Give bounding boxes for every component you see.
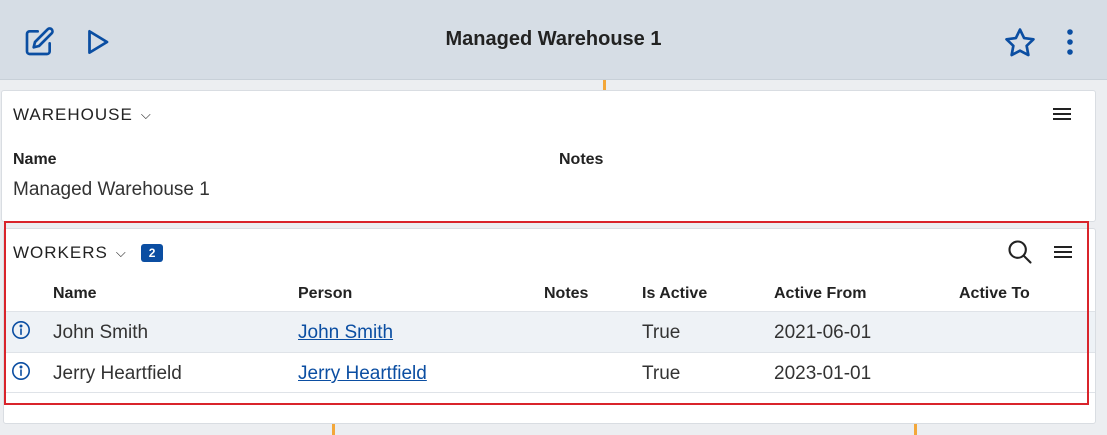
favorite-button[interactable] bbox=[1002, 25, 1038, 61]
active-from-value: 2023-01-01 bbox=[774, 363, 872, 384]
section-title: WORKERS bbox=[13, 243, 108, 262]
workers-table: Name Person Notes Is Active Active From … bbox=[4, 277, 1095, 393]
person-link[interactable]: Jerry Heartfield bbox=[298, 363, 427, 385]
section-title: WAREHOUSE bbox=[13, 105, 133, 124]
column-header-is-active[interactable]: Is Active bbox=[642, 285, 707, 303]
page-header: Managed Warehouse 1 bbox=[0, 0, 1107, 80]
notes-label: Notes bbox=[559, 151, 604, 168]
star-icon bbox=[1005, 28, 1035, 57]
column-header-active-to[interactable]: Active To bbox=[959, 285, 1030, 303]
info-button[interactable] bbox=[11, 320, 31, 340]
search-button[interactable] bbox=[1006, 238, 1034, 266]
column-header-person[interactable]: Person bbox=[298, 285, 352, 303]
menu-icon[interactable] bbox=[1051, 243, 1075, 265]
chevron-down-icon: ⌵ bbox=[115, 245, 127, 260]
name-value: Managed Warehouse 1 bbox=[13, 179, 210, 200]
info-button[interactable] bbox=[11, 361, 31, 381]
column-header-notes[interactable]: Notes bbox=[544, 285, 588, 303]
column-header-active-from[interactable]: Active From bbox=[774, 285, 866, 303]
table-row[interactable]: John Smith John Smith True 2021-06-01 bbox=[4, 311, 1095, 352]
table-row[interactable]: Jerry Heartfield Jerry Heartfield True 2… bbox=[4, 352, 1095, 393]
chevron-down-icon: ⌵ bbox=[140, 107, 152, 122]
is-active-value: True bbox=[642, 363, 681, 384]
more-vertical-icon bbox=[1067, 29, 1073, 55]
workers-panel: WORKERS ⌵ 2 Name Person Notes Is Active … bbox=[3, 228, 1096, 424]
menu-icon[interactable] bbox=[1050, 105, 1074, 127]
is-active-value: True bbox=[642, 322, 681, 343]
info-icon bbox=[12, 362, 30, 380]
worker-name: John Smith bbox=[53, 322, 149, 343]
workers-section-toggle[interactable]: WORKERS ⌵ 2 bbox=[13, 243, 164, 263]
search-icon bbox=[1008, 240, 1032, 264]
warehouse-panel: WAREHOUSE ⌵ Name Managed Warehouse 1 Not… bbox=[1, 90, 1096, 222]
more-options-button[interactable] bbox=[1058, 25, 1082, 59]
name-label: Name bbox=[13, 151, 57, 168]
worker-name: Jerry Heartfield bbox=[53, 363, 182, 384]
person-link[interactable]: John Smith bbox=[298, 322, 393, 344]
warehouse-section-toggle[interactable]: WAREHOUSE ⌵ bbox=[13, 105, 152, 125]
page-title: Managed Warehouse 1 bbox=[445, 28, 662, 50]
active-from-value: 2021-06-01 bbox=[774, 322, 872, 343]
count-badge: 2 bbox=[140, 244, 164, 262]
column-header-name[interactable]: Name bbox=[53, 285, 97, 303]
info-icon bbox=[12, 321, 30, 339]
table-header: Name Person Notes Is Active Active From … bbox=[4, 277, 1095, 311]
